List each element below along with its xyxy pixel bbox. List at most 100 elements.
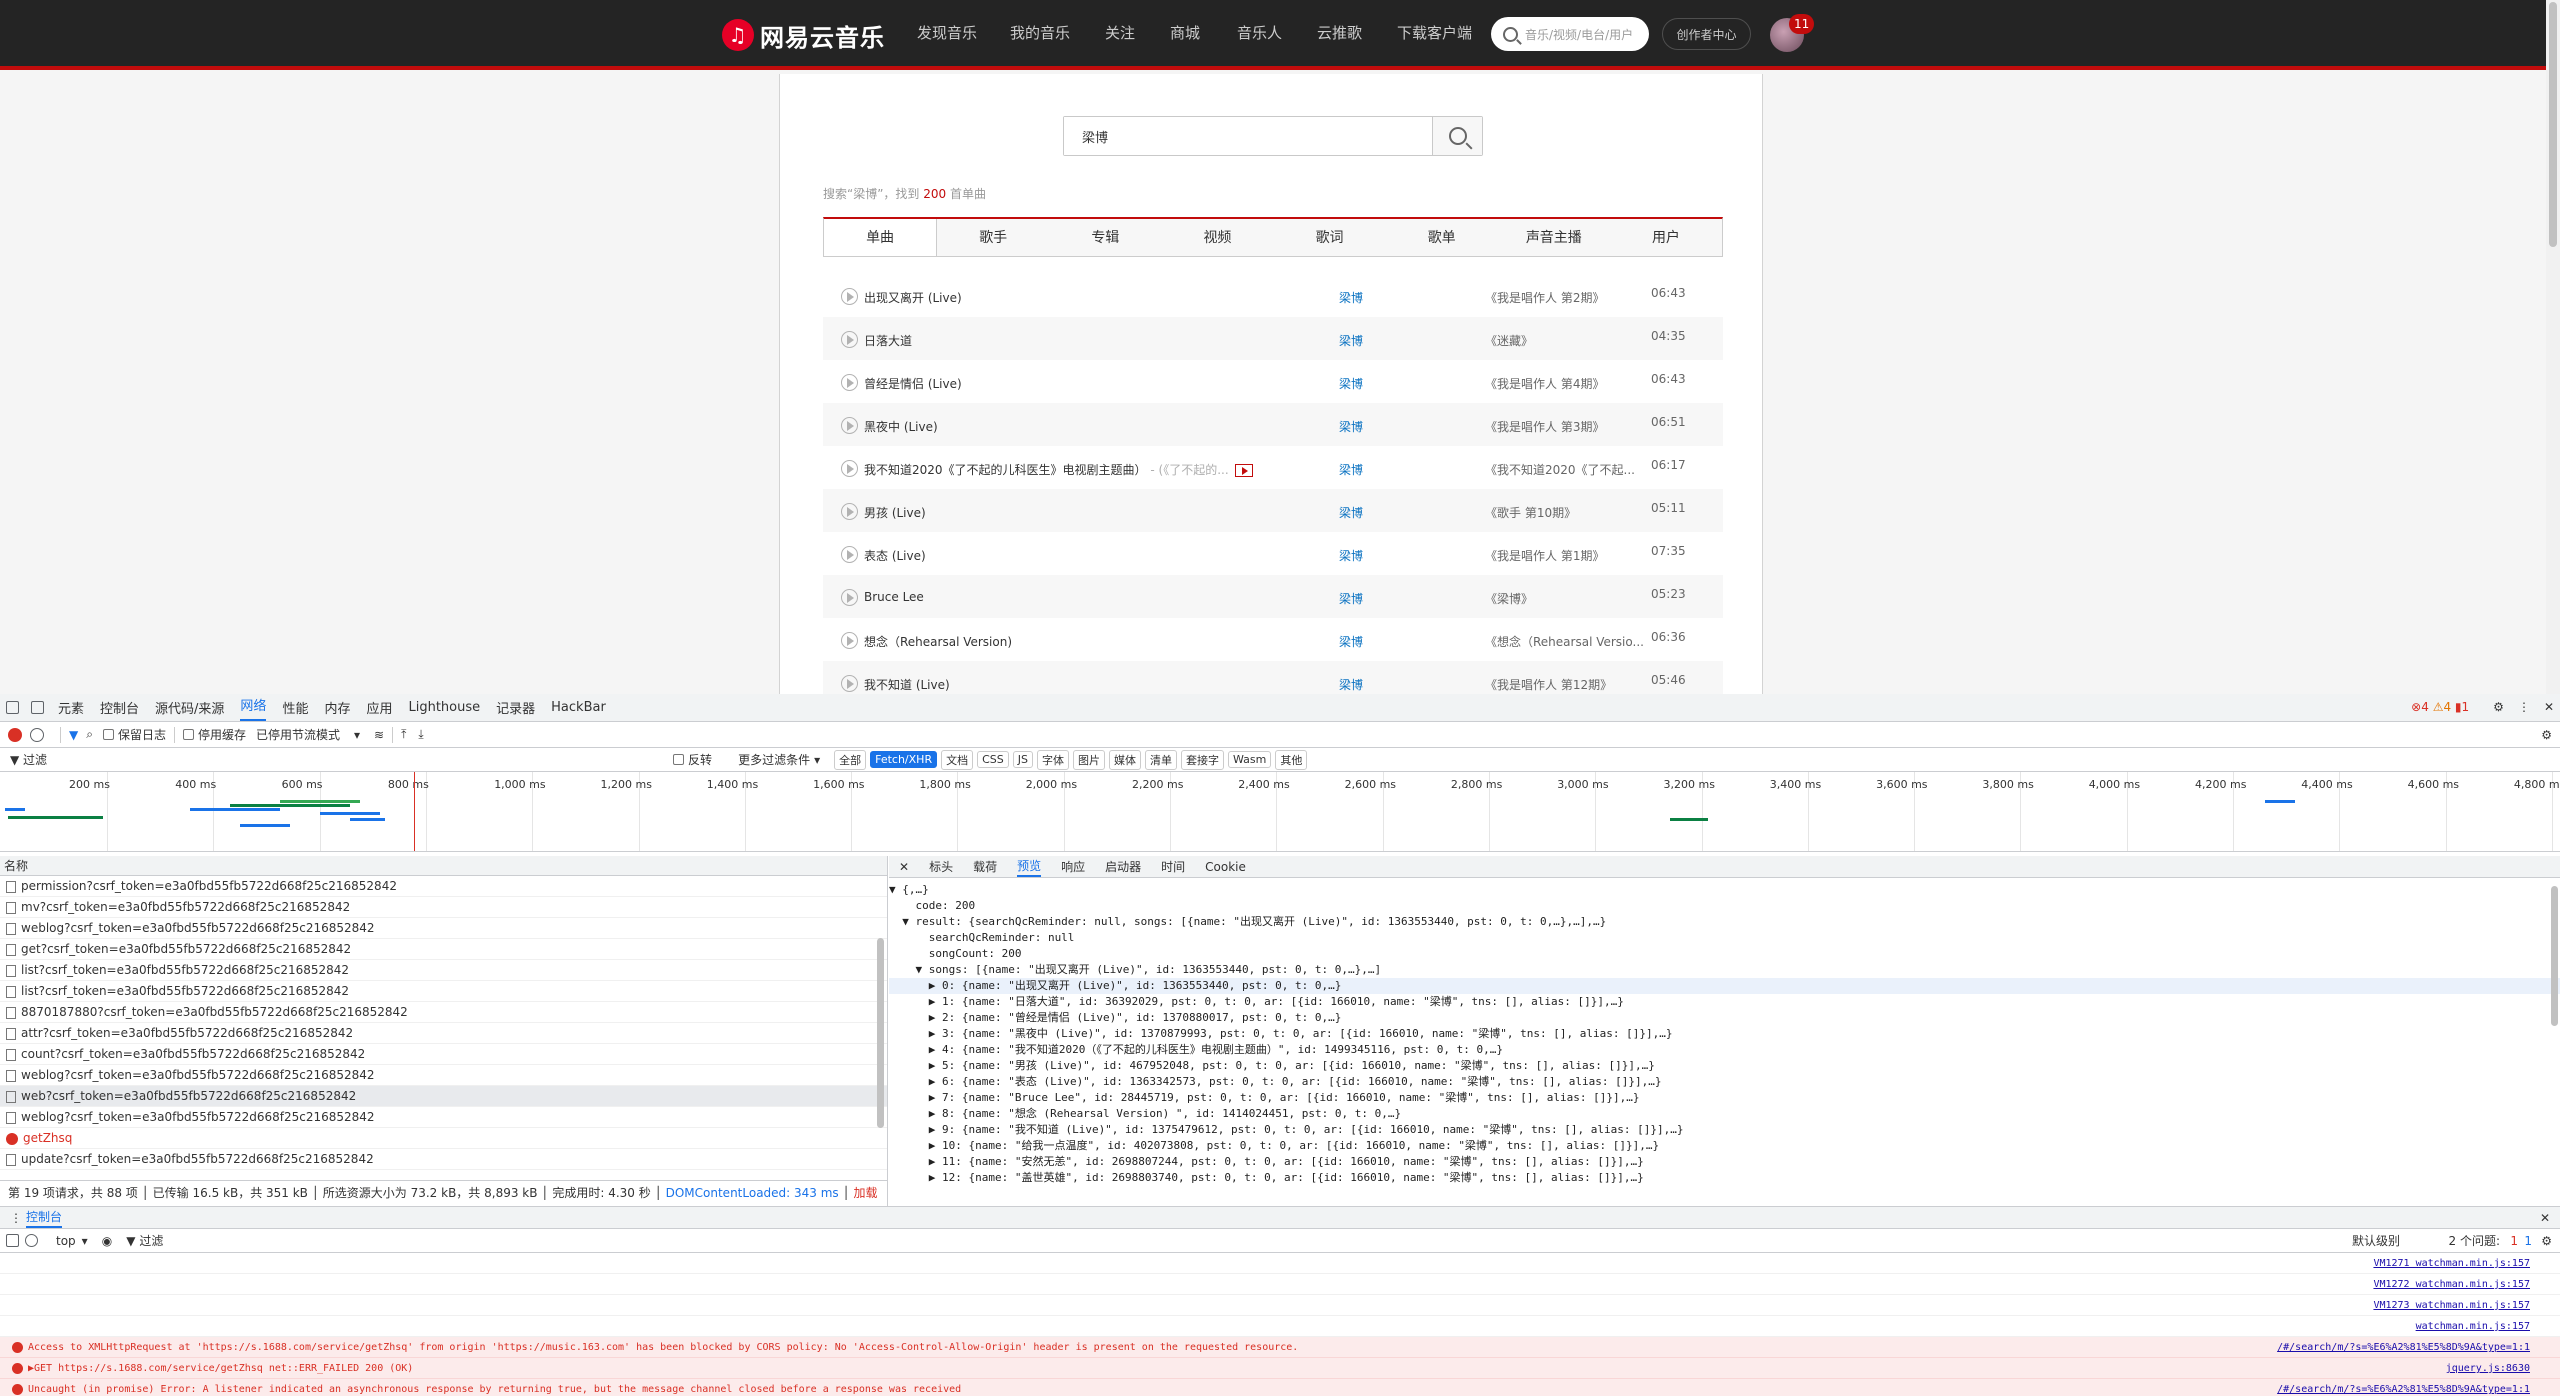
inspect-icon[interactable] [6, 701, 19, 714]
tab-initiator[interactable]: 启动器 [1105, 858, 1141, 875]
tab-users[interactable]: 用户 [1610, 219, 1722, 256]
tab-albums[interactable]: 专辑 [1049, 219, 1161, 256]
song-album[interactable]: 《我是唱作人 第12期》 [1485, 676, 1612, 693]
scrollbar-thumb[interactable] [877, 938, 884, 1128]
request-row[interactable]: update?csrf_token=e3a0fbd55fb5722d668f25… [0, 1149, 887, 1170]
song-artist[interactable]: 梁博 [1339, 418, 1363, 435]
eye-icon[interactable]: ◉ [102, 1234, 112, 1248]
console-filter-input[interactable]: 过滤 [139, 1232, 163, 1249]
play-icon[interactable] [841, 503, 858, 520]
search-icon[interactable]: ⌕ [86, 727, 93, 742]
upload-icon[interactable]: ⤒ [401, 727, 406, 742]
detail-scrollbar[interactable] [2548, 880, 2560, 1200]
song-title[interactable]: 黑夜中 (Live) [864, 418, 938, 435]
type-filter-wasm[interactable]: Wasm [1227, 751, 1272, 768]
song-title[interactable]: 我不知道 (Live) [864, 676, 950, 693]
json-line[interactable]: code: 200 [889, 898, 2560, 914]
issue-error-count[interactable]: 1 [2510, 1234, 2518, 1248]
message-count-badge[interactable]: 11 [1789, 14, 1815, 34]
device-toolbar-icon[interactable] [31, 701, 44, 714]
play-icon[interactable] [841, 589, 858, 606]
download-icon[interactable]: ⤓ [418, 727, 423, 742]
sidebar-toggle-icon[interactable] [6, 1234, 19, 1247]
nav-item-mall[interactable]: 商城 [1170, 22, 1200, 43]
tab-playlists[interactable]: 歌单 [1386, 219, 1498, 256]
song-artist[interactable]: 梁博 [1339, 676, 1363, 693]
song-title[interactable]: 出现又离开 (Live) [864, 289, 962, 306]
scrollbar-thumb[interactable] [2551, 886, 2558, 1026]
json-line[interactable]: ▶ 2: {name: "曾经是情侣 (Live)", id: 13708800… [889, 1010, 2560, 1026]
nav-search-input[interactable]: 音乐/视频/电台/用户 [1491, 17, 1649, 51]
close-icon[interactable]: ✕ [2540, 1211, 2550, 1225]
json-line[interactable]: ▶ 3: {name: "黑夜中 (Live)", id: 1370879993… [889, 1026, 2560, 1042]
tab-recorder[interactable]: 记录器 [496, 698, 535, 717]
json-line[interactable]: ▼ songs: [{name: "出现又离开 (Live)", id: 136… [889, 962, 2560, 978]
clear-console-icon[interactable] [25, 1234, 38, 1247]
play-icon[interactable] [841, 632, 858, 649]
type-filter-js[interactable]: JS [1012, 751, 1033, 768]
type-filter-media[interactable]: 媒体 [1108, 749, 1141, 770]
context-select[interactable]: top [56, 1234, 76, 1248]
tab-lighthouse[interactable]: Lighthouse [408, 700, 480, 715]
tab-videos[interactable]: 视频 [1161, 219, 1273, 256]
request-row[interactable]: list?csrf_token=e3a0fbd55fb5722d668f25c2… [0, 981, 887, 1002]
console-source-link[interactable]: VM1272 watchman.min.js:157 [2373, 1274, 2530, 1295]
json-line[interactable]: ▶ 12: {name: "盖世英雄", id: 2698803740, pst… [889, 1170, 2560, 1186]
song-album[interactable]: 《我是唱作人 第4期》 [1485, 375, 1604, 392]
song-album[interactable]: 《我是唱作人 第2期》 [1485, 289, 1604, 306]
creator-center-button[interactable]: 创作者中心 [1662, 18, 1751, 50]
song-album[interactable]: 《我不知道2020《了不起... [1485, 461, 1635, 478]
nav-item-musician[interactable]: 音乐人 [1237, 22, 1282, 43]
page-scrollbar-thumb[interactable] [2549, 2, 2557, 247]
filter-input[interactable]: 过滤 [23, 751, 673, 768]
console-settings-icon[interactable]: ⚙ [2541, 1234, 2552, 1248]
type-filter-all[interactable]: 全部 [834, 749, 867, 770]
console-source-link[interactable]: /#/search/m/?s=%E6%A2%81%E5%8D%9A&type=1… [2277, 1337, 2530, 1358]
issues-label[interactable]: 2 个问题: [2449, 1232, 2501, 1249]
tab-cookies[interactable]: Cookie [1205, 860, 1246, 874]
disable-cache-checkbox[interactable] [182, 729, 194, 740]
json-line[interactable]: ▶ 1: {name: "日落大道", id: 36392029, pst: 0… [889, 994, 2560, 1010]
tab-songs[interactable]: 单曲 [824, 219, 938, 256]
json-line[interactable]: ▶ 0: {name: "出现又离开 (Live)", id: 13635534… [889, 978, 2560, 994]
json-line[interactable]: ▼ result: {searchQcReminder: null, songs… [889, 914, 2560, 930]
tab-podcasters[interactable]: 声音主播 [1498, 219, 1610, 256]
json-line[interactable]: ▶ 6: {name: "表态 (Live)", id: 1363342573,… [889, 1074, 2560, 1090]
request-row[interactable]: web?csrf_token=e3a0fbd55fb5722d668f25c21… [0, 1086, 887, 1107]
song-title[interactable]: Bruce Lee [864, 590, 924, 604]
request-row[interactable]: 8870187880?csrf_token=e3a0fbd55fb5722d66… [0, 1002, 887, 1023]
song-album[interactable]: 《我是唱作人 第1期》 [1485, 547, 1604, 564]
song-title[interactable]: 男孩 (Live) [864, 504, 926, 521]
json-line[interactable]: ▶ 4: {name: "我不知道2020（《了不起的儿科医生》电视剧主题曲）"… [889, 1042, 2560, 1058]
tab-response[interactable]: 响应 [1061, 858, 1085, 875]
console-drawer-tab[interactable]: 控制台 [26, 1208, 63, 1228]
issue-info-count[interactable]: 1 [2524, 1234, 2532, 1248]
play-icon[interactable] [841, 417, 858, 434]
nav-item-my-music[interactable]: 我的音乐 [1010, 22, 1070, 43]
song-artist[interactable]: 梁博 [1339, 633, 1363, 650]
filter-icon[interactable]: ▼ [69, 728, 78, 742]
request-row[interactable]: weblog?csrf_token=e3a0fbd55fb5722d668f25… [0, 918, 887, 939]
console-source-link[interactable]: VM1271 watchman.min.js:157 [2373, 1253, 2530, 1274]
request-row[interactable]: attr?csrf_token=e3a0fbd55fb5722d668f25c2… [0, 1023, 887, 1044]
drawer-menu-icon[interactable]: ⋮ [10, 1211, 22, 1225]
json-line[interactable]: searchQcReminder: null [889, 930, 2560, 946]
request-row[interactable]: mv?csrf_token=e3a0fbd55fb5722d668f25c216… [0, 897, 887, 918]
nav-item-discover[interactable]: 发现音乐 [917, 22, 977, 43]
request-row[interactable]: count?csrf_token=e3a0fbd55fb5722d668f25c… [0, 1044, 887, 1065]
network-timeline-overview[interactable]: 200 ms 400 ms 600 ms 800 ms 1,000 ms 1,200 ms… [0, 772, 2560, 852]
nav-item-follow[interactable]: 关注 [1105, 22, 1135, 43]
song-album[interactable]: 《梁博》 [1485, 590, 1533, 607]
song-artist[interactable]: 梁博 [1339, 590, 1363, 607]
request-row[interactable]: get?csrf_token=e3a0fbd55fb5722d668f25c21… [0, 939, 887, 960]
tab-artists[interactable]: 歌手 [937, 219, 1049, 256]
json-line[interactable]: ▶ 10: {name: "给我一点温度", id: 402073808, ps… [889, 1138, 2560, 1154]
invert-checkbox[interactable] [673, 754, 685, 765]
search-query-input[interactable] [1064, 117, 1432, 155]
error-count-icon[interactable]: ⊗4 [2411, 700, 2429, 714]
tab-preview[interactable]: 预览 [1017, 857, 1042, 877]
wifi-icon[interactable]: ≋ [374, 728, 384, 742]
tab-application[interactable]: 应用 [366, 698, 392, 717]
play-icon[interactable] [841, 374, 858, 391]
song-artist[interactable]: 梁博 [1339, 375, 1363, 392]
